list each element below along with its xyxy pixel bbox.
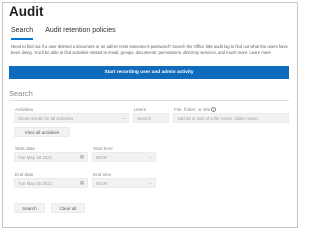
end-time-value: 00:00 xyxy=(96,180,107,186)
activities-dropdown[interactable]: Show results for all activities ⌄ xyxy=(14,113,129,123)
section-divider xyxy=(9,100,289,101)
calendar-icon[interactable]: ▦ xyxy=(80,154,84,160)
chevron-down-icon: ⌄ xyxy=(121,115,125,120)
chevron-down-icon: ⌄ xyxy=(148,154,152,159)
users-placeholder: Search xyxy=(137,115,151,121)
clear-all-button[interactable]: Clear all xyxy=(51,203,85,213)
file-folder-site-input[interactable]: Add all or part of a file name, folder n… xyxy=(173,113,289,123)
start-date-picker[interactable]: Tue May 18 2021 ▦ xyxy=(14,152,88,162)
activities-label: Activities xyxy=(15,107,34,112)
start-time-value: 00:00 xyxy=(96,154,107,160)
calendar-icon[interactable]: ▦ xyxy=(80,180,84,186)
tab-audit-retention-policies[interactable]: Audit retention policies xyxy=(45,26,115,40)
info-icon[interactable]: i xyxy=(211,107,217,113)
activities-placeholder: Show results for all activities xyxy=(18,115,74,121)
tab-bar: Search Audit retention policies xyxy=(11,26,116,40)
file-folder-site-label: File, folder, or site i xyxy=(174,107,217,113)
start-date-value: Tue May 18 2021 xyxy=(18,154,53,160)
end-date-value: Tue May 25 2021 xyxy=(18,180,53,186)
page-title: Audit xyxy=(9,4,44,19)
page-description: Need to find out if a user deleted a doc… xyxy=(11,44,288,56)
end-date-label: End date xyxy=(15,172,34,177)
start-time-dropdown[interactable]: 00:00 ⌄ xyxy=(92,152,156,162)
end-time-dropdown[interactable]: 00:00 ⌄ xyxy=(92,178,156,188)
users-search-input[interactable]: Search xyxy=(133,113,169,123)
file-folder-site-label-text: File, folder, or site xyxy=(174,107,211,112)
end-date-picker[interactable]: Tue May 25 2021 ▦ xyxy=(14,178,88,188)
file-folder-site-placeholder: Add all or part of a file name, folder n… xyxy=(177,115,259,121)
search-button[interactable]: Search xyxy=(14,203,45,213)
users-label: Users xyxy=(134,107,146,112)
start-time-label: Start time xyxy=(93,146,113,151)
start-recording-button[interactable]: Start recording user and admin activity xyxy=(9,66,289,79)
tab-search[interactable]: Search xyxy=(11,26,34,40)
start-date-label: Start date xyxy=(15,146,35,151)
end-time-label: End time xyxy=(93,172,112,177)
search-section-heading: Search xyxy=(9,89,33,98)
view-all-activities-button[interactable]: View all activities xyxy=(14,127,70,137)
chevron-down-icon: ⌄ xyxy=(148,180,152,185)
